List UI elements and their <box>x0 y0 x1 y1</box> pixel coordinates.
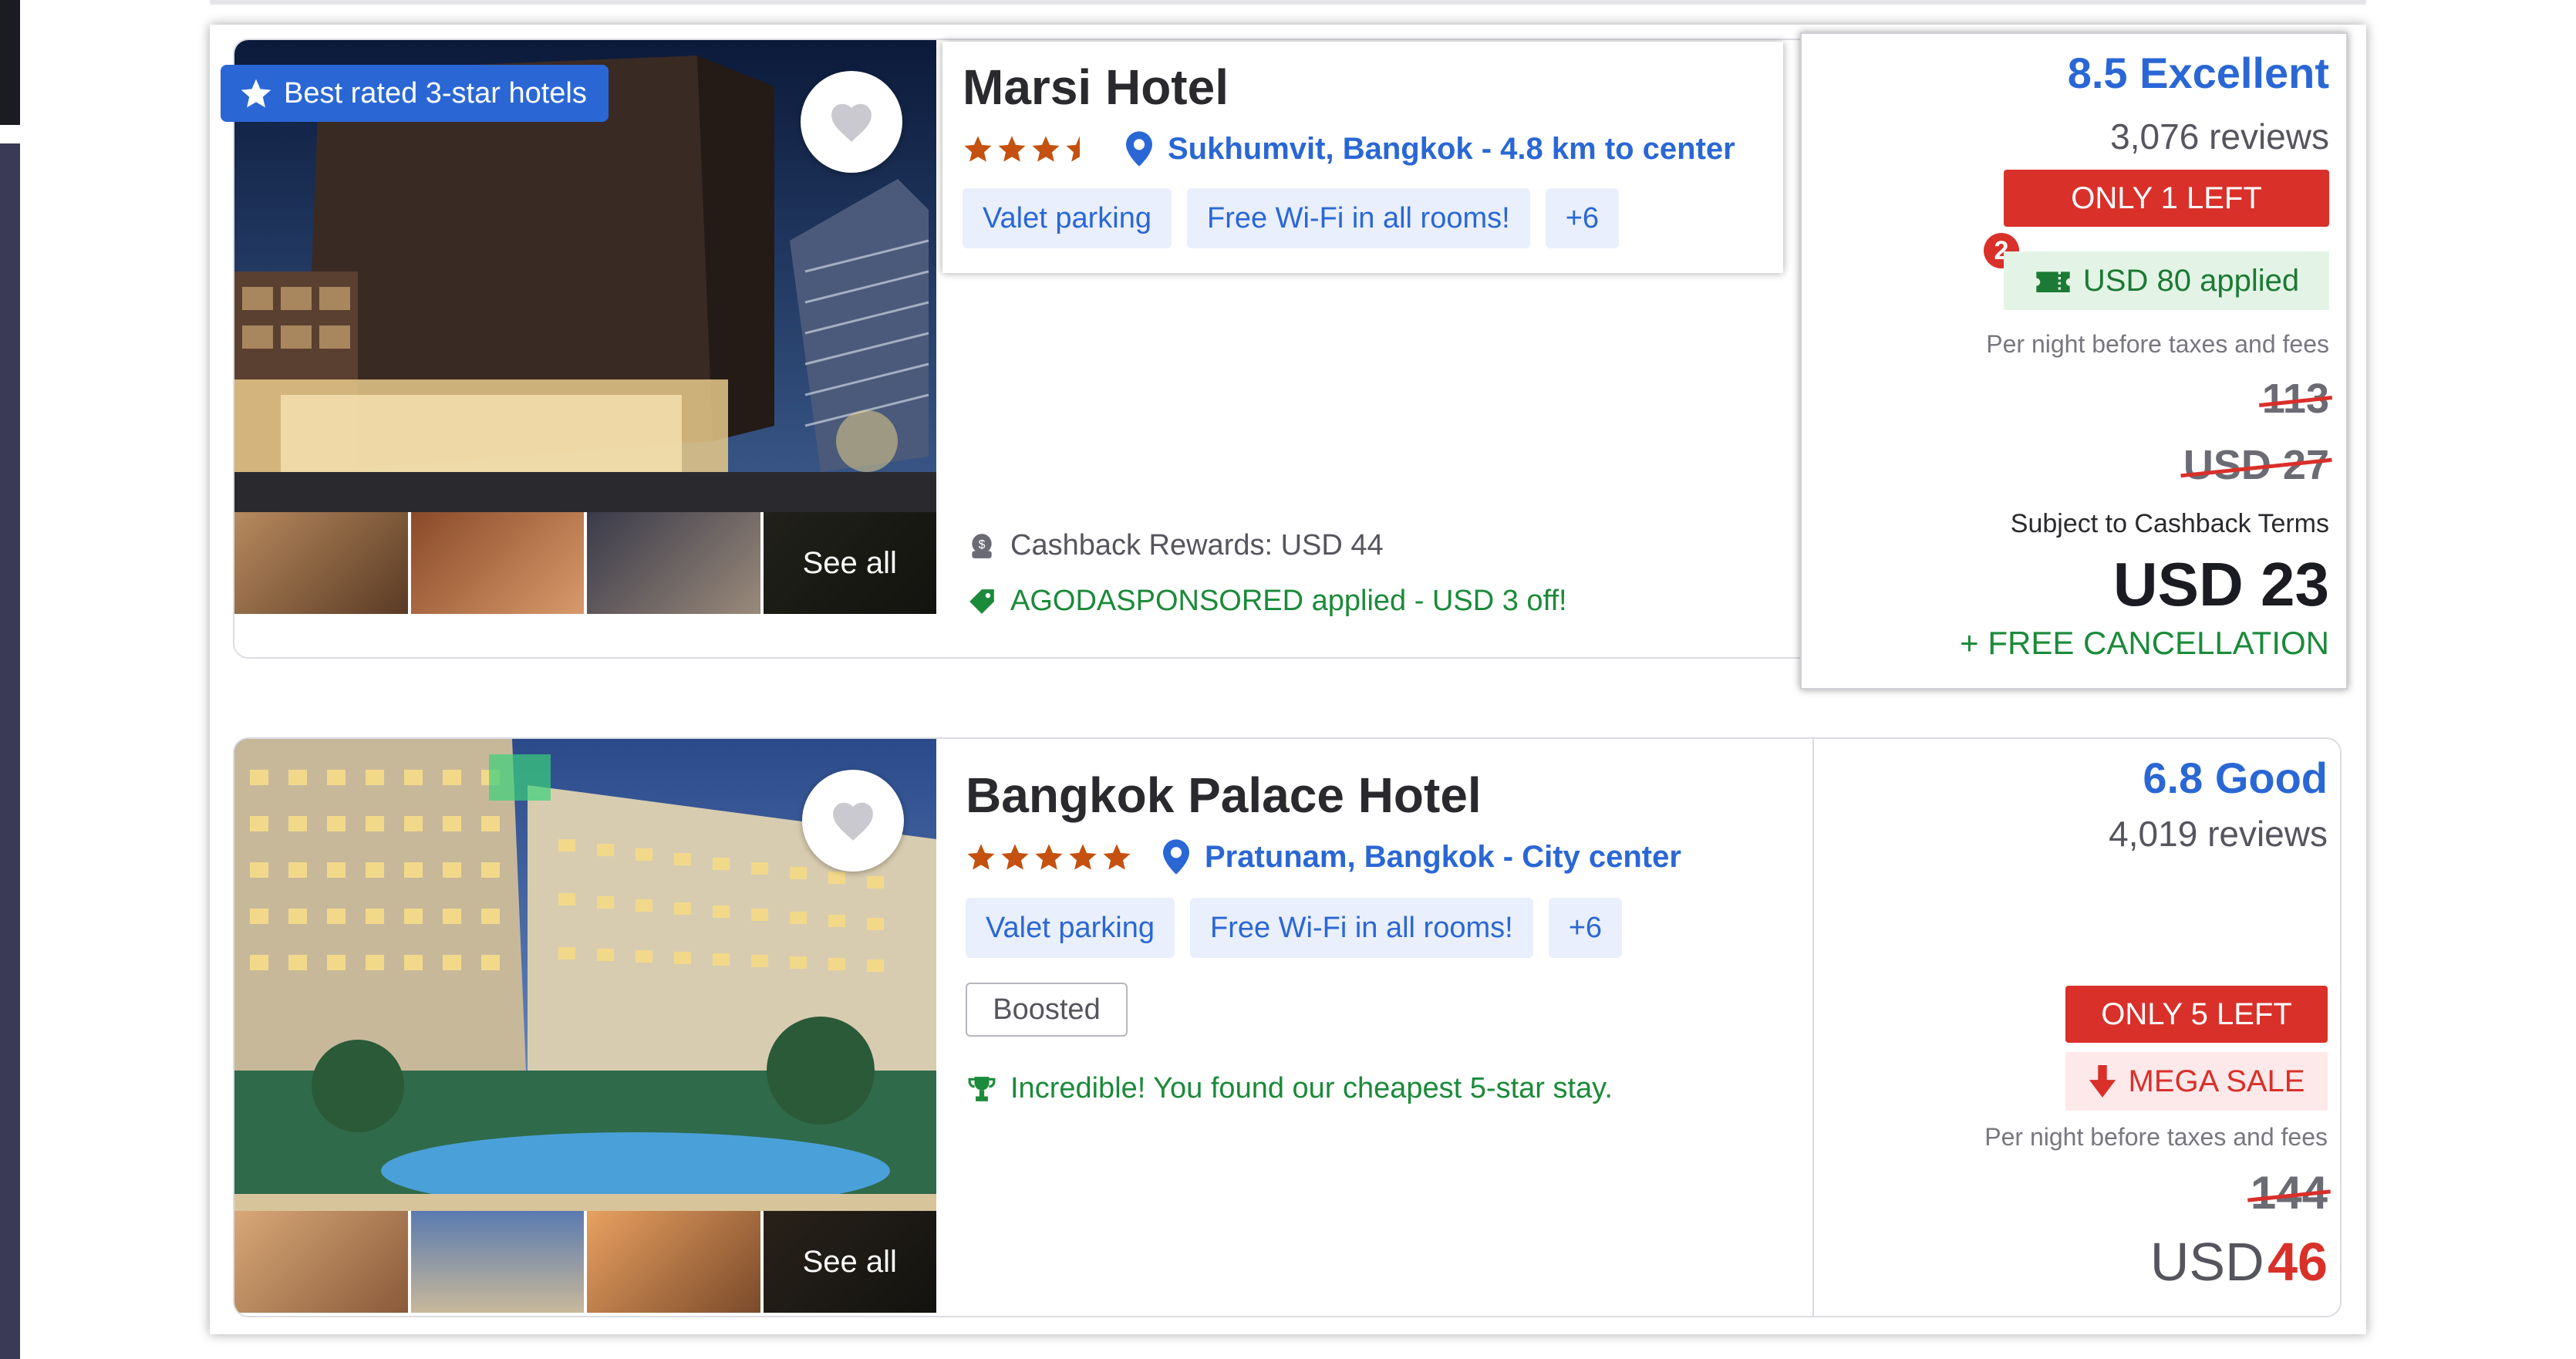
star-icon <box>1001 844 1029 870</box>
coupon-applied-badge: USD 80 applied <box>2004 251 2329 310</box>
thumbnail-see-all[interactable]: See all <box>763 1211 936 1313</box>
cashback-text: Cashback Rewards: USD 44 <box>1010 529 1384 561</box>
star-icon <box>1103 844 1131 870</box>
amenity-chip[interactable]: Free Wi-Fi in all rooms! <box>1186 188 1530 248</box>
thumbnail-3[interactable] <box>587 512 760 614</box>
star-rating <box>966 841 1132 872</box>
boosted-badge: Boosted <box>966 983 1128 1037</box>
coupon-perk: AGODASPONSORED applied - USD 3 off! <box>967 585 1567 618</box>
cheapest-stay-text: Incredible! You found our cheapest 5-sta… <box>1010 1072 1613 1104</box>
rating-location-row: Sukhumvit, Bangkok - 4.8 km to center <box>963 131 1763 167</box>
trophy-icon <box>968 1076 996 1101</box>
heart-icon <box>833 802 873 841</box>
star-icon <box>1035 844 1063 870</box>
svg-text:$: $ <box>979 538 986 551</box>
coupon-applied-text: USD 80 applied <box>2082 263 2300 298</box>
see-all-button[interactable]: See all <box>763 1211 936 1313</box>
hotel-location-link[interactable]: Sukhumvit, Bangkok - 4.8 km to center <box>1168 132 1735 167</box>
badge-label: Best rated 3-star hotels <box>284 76 587 110</box>
arrow-down-icon <box>2089 1065 2116 1098</box>
final-price[interactable]: USD 23 <box>2113 549 2329 620</box>
review-score[interactable]: 8.5 Excellent <box>2068 48 2329 98</box>
half-star-icon <box>1066 136 1080 162</box>
availability-badge: ONLY 5 LEFT <box>2065 986 2328 1043</box>
final-price-currency: USD <box>2149 1232 2264 1292</box>
hotel-info-bangkok-palace: Bangkok Palace Hotel Pratunam, Bangkok -… <box>966 767 1681 958</box>
star-icon <box>1032 136 1060 162</box>
rating-location-row: Pratunam, Bangkok - City center <box>966 839 1681 875</box>
price-box-marsi[interactable]: 8.5 Excellent 3,076 reviews ONLY 1 LEFT … <box>1800 32 2348 690</box>
final-price-amount: 46 <box>2267 1232 2328 1292</box>
review-count[interactable]: 4,019 reviews <box>2109 813 2328 855</box>
original-price: 113 <box>2261 376 2329 422</box>
hotel-name[interactable]: Marsi Hotel <box>963 59 1763 116</box>
free-cancellation: + FREE CANCELLATION <box>1960 625 2329 661</box>
cheapest-stay-perk: Incredible! You found our cheapest 5-sta… <box>967 1072 1613 1105</box>
amenity-chip[interactable]: Valet parking <box>966 898 1175 958</box>
mega-sale-badge: MEGA SALE <box>2065 1052 2328 1111</box>
star-icon <box>967 844 995 870</box>
cashback-terms-note: Subject to Cashback Terms <box>2010 509 2329 538</box>
hotel-location-link[interactable]: Pratunam, Bangkok - City center <box>1205 840 1681 875</box>
thumbnail-see-all[interactable]: See all <box>763 512 936 614</box>
favorite-button[interactable] <box>801 71 902 173</box>
heart-icon <box>831 103 872 142</box>
star-icon <box>241 79 271 108</box>
best-rated-badge: Best rated 3-star hotels <box>221 65 609 122</box>
star-rating <box>963 133 1095 164</box>
tag-icon <box>969 588 994 614</box>
thumbnail-3[interactable] <box>587 1211 760 1313</box>
side-strip-top <box>0 0 20 125</box>
location-pin-icon <box>1126 131 1152 167</box>
review-count[interactable]: 3,076 reviews <box>2110 116 2329 157</box>
side-strip <box>0 143 20 1359</box>
crossed-price-wrap: USD 27 <box>2183 441 2329 489</box>
photo-thumbnails: See all <box>234 1211 936 1313</box>
original-price: 144 <box>2250 1167 2328 1219</box>
panel-top-bar <box>210 0 2366 5</box>
photo-thumbnails: See all <box>234 512 936 614</box>
star-icon <box>964 136 992 162</box>
favorite-button[interactable] <box>802 770 904 872</box>
crossed-price: USD 27 <box>2183 442 2329 488</box>
original-price-wrap: 113 <box>2262 375 2329 423</box>
star-icon <box>1069 844 1097 870</box>
location-pin-icon <box>1163 839 1189 875</box>
thumbnail-1[interactable] <box>234 512 408 614</box>
thumbnail-1[interactable] <box>234 1211 408 1313</box>
availability-badge: ONLY 1 LEFT <box>2004 170 2329 227</box>
amenity-chip[interactable]: Free Wi-Fi in all rooms! <box>1189 898 1533 958</box>
review-score[interactable]: 6.8 Good <box>2143 753 2328 803</box>
final-price[interactable]: USD 46 <box>2150 1231 2328 1293</box>
thumbnail-2[interactable] <box>410 512 584 614</box>
thumbnail-2[interactable] <box>410 1211 584 1313</box>
mega-sale-text: MEGA SALE <box>2128 1064 2305 1098</box>
price-box-bangkok-palace[interactable]: 6.8 Good 4,019 reviews ONLY 5 LEFT MEGA … <box>1812 739 2345 1316</box>
ticket-icon <box>2036 271 2070 292</box>
cashback-perk: $ Cashback Rewards: USD 44 <box>967 529 1384 562</box>
amenity-chips: Valet parking Free Wi-Fi in all rooms! +… <box>966 898 1681 958</box>
per-night-note: Per night before taxes and fees <box>1984 1123 2328 1151</box>
amenity-chips: Valet parking Free Wi-Fi in all rooms! +… <box>963 188 1763 248</box>
more-amenities-chip[interactable]: +6 <box>1548 898 1623 958</box>
coupon-text: AGODASPONSORED applied - USD 3 off! <box>1010 585 1567 617</box>
more-amenities-chip[interactable]: +6 <box>1545 188 1620 248</box>
cashback-icon: $ <box>972 533 992 558</box>
per-night-note: Per night before taxes and fees <box>1986 330 2329 358</box>
see-all-button[interactable]: See all <box>763 512 936 614</box>
hotel-name[interactable]: Bangkok Palace Hotel <box>966 767 1681 824</box>
hotel-info-marsi: Marsi Hotel Sukhumvit, Bangkok - 4.8 km … <box>942 42 1783 273</box>
original-price-wrap: 144 <box>2251 1166 2328 1219</box>
amenity-chip[interactable]: Valet parking <box>963 188 1172 248</box>
star-icon <box>998 136 1026 162</box>
